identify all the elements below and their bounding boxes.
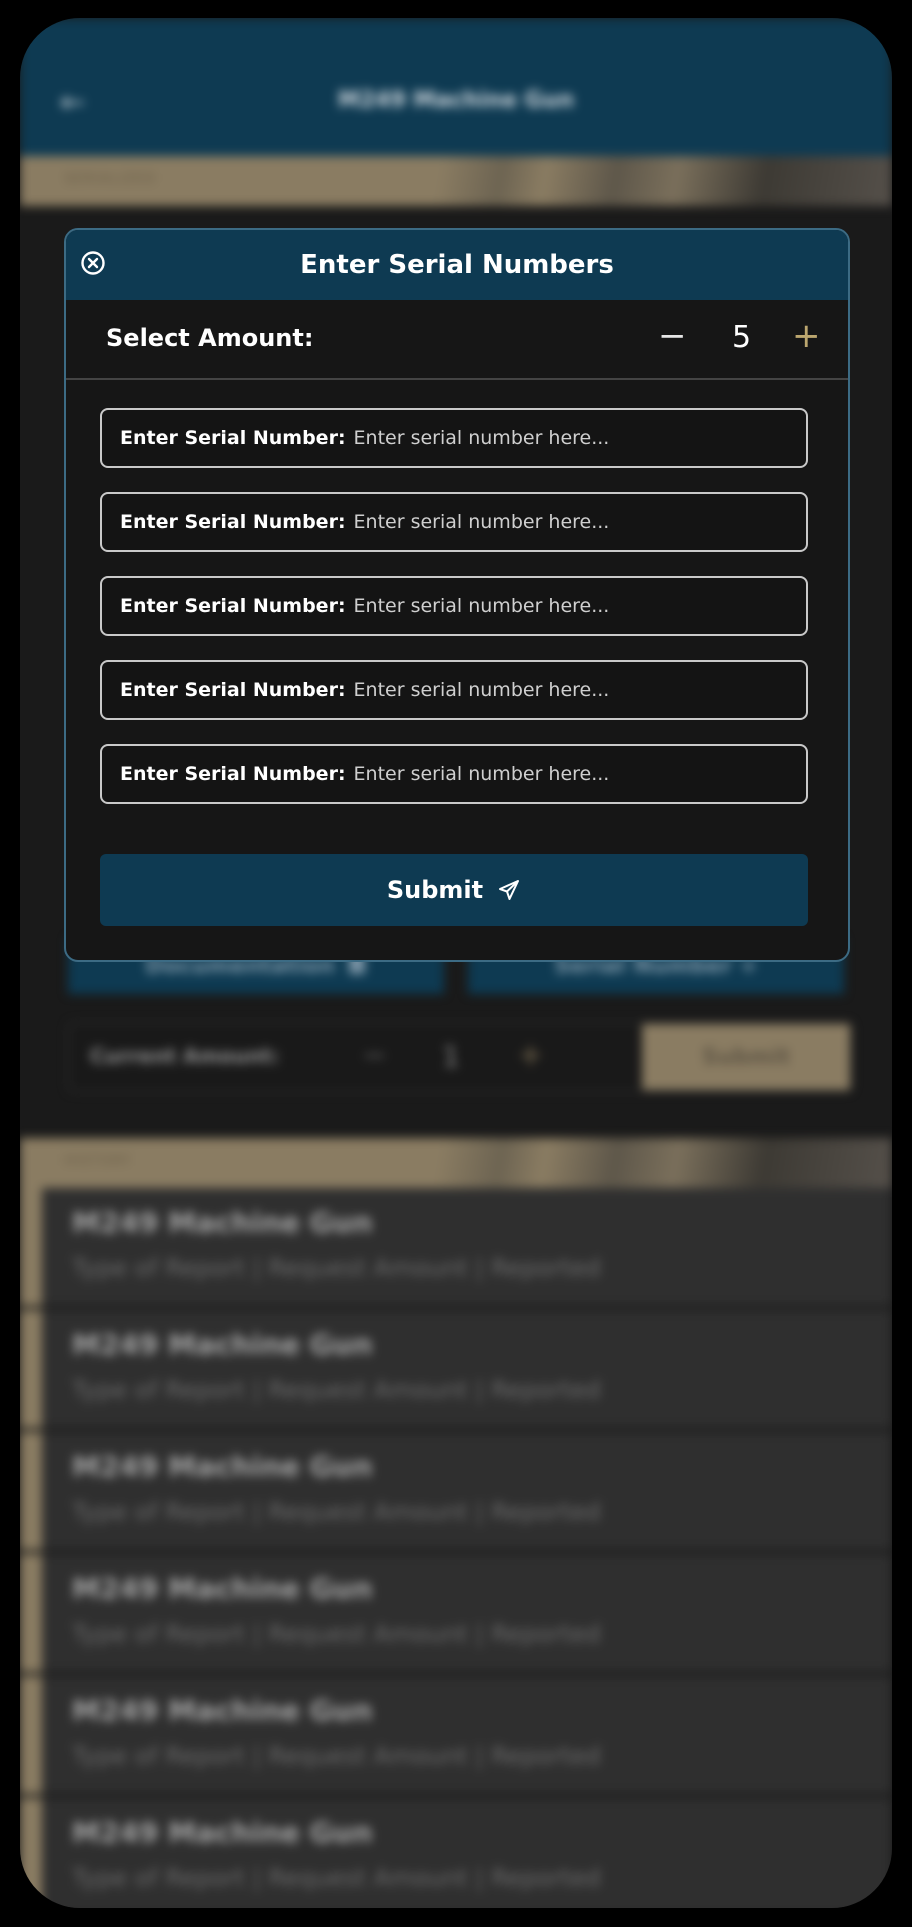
history-list: M249 Machine Gun Type of Report | Reques… — [20, 1188, 892, 1908]
select-amount-row: Select Amount: − 5 + — [66, 300, 848, 380]
device-frame: ← M249 Machine Gun SERIALIZED Documentat… — [0, 0, 912, 1927]
history-item-subtitle: Type of Report | Request Amount | Report… — [72, 1376, 601, 1404]
top-app-bar: ← M249 Machine Gun — [20, 18, 892, 158]
serial-number-field[interactable]: Enter Serial Number: — [100, 492, 808, 552]
serial-number-field-label: Enter Serial Number: — [120, 427, 346, 449]
history-item[interactable]: M249 Machine Gun Type of Report | Reques… — [20, 1310, 892, 1428]
history-item[interactable]: M249 Machine Gun Type of Report | Reques… — [20, 1554, 892, 1672]
current-amount-row: Current Amount: − 1 + Submit — [68, 1022, 852, 1092]
history-item-subtitle: Type of Report | Request Amount | Report… — [72, 1498, 601, 1526]
stepper-value: 5 — [732, 320, 752, 355]
section-header-serialized: SERIALIZED — [20, 156, 892, 206]
app-screen: ← M249 Machine Gun SERIALIZED Documentat… — [20, 18, 892, 1908]
serial-number-input[interactable] — [351, 594, 806, 618]
amount-value: 1 — [442, 1040, 460, 1073]
serial-number-input[interactable] — [351, 678, 806, 702]
section-header-history: HISTORY — [20, 1138, 892, 1188]
history-item-title: M249 Machine Gun — [72, 1694, 373, 1727]
select-amount-label: Select Amount: — [106, 324, 314, 352]
section-label: SERIALIZED — [64, 171, 157, 187]
send-icon — [497, 878, 521, 902]
amount-decrement-button[interactable]: − — [362, 1038, 387, 1073]
serial-number-field-label: Enter Serial Number: — [120, 595, 346, 617]
page-title: M249 Machine Gun — [337, 88, 575, 113]
serial-number-field-label: Enter Serial Number: — [120, 679, 346, 701]
serial-number-field[interactable]: Enter Serial Number: — [100, 660, 808, 720]
modal-title: Enter Serial Numbers — [300, 250, 614, 280]
history-item-title: M249 Machine Gun — [72, 1206, 373, 1239]
serial-number-field-label: Enter Serial Number: — [120, 763, 346, 785]
history-item[interactable]: M249 Machine Gun Type of Report | Reques… — [20, 1432, 892, 1550]
history-item-subtitle: Type of Report | Request Amount | Report… — [72, 1742, 601, 1770]
history-item-title: M249 Machine Gun — [72, 1816, 373, 1849]
history-item-title: M249 Machine Gun — [72, 1572, 373, 1605]
modal-header: Enter Serial Numbers — [66, 230, 848, 300]
amount-submit-button[interactable]: Submit — [642, 1024, 850, 1090]
serial-number-field[interactable]: Enter Serial Number: — [100, 744, 808, 804]
history-item-subtitle: Type of Report | Request Amount | Report… — [72, 1254, 601, 1282]
history-item-title: M249 Machine Gun — [72, 1328, 373, 1361]
history-item[interactable]: M249 Machine Gun Type of Report | Reques… — [20, 1188, 892, 1306]
serial-number-field[interactable]: Enter Serial Number: — [100, 408, 808, 468]
history-item-subtitle: Type of Report | Request Amount | Report… — [72, 1864, 601, 1892]
history-item[interactable]: M249 Machine Gun Type of Report | Reques… — [20, 1676, 892, 1794]
history-item[interactable]: M249 Machine Gun Type of Report | Reques… — [20, 1798, 892, 1908]
serial-number-input[interactable] — [351, 762, 806, 786]
serial-number-input[interactable] — [351, 426, 806, 450]
stepper-increment-button[interactable]: + — [792, 316, 821, 356]
section-label: HISTORY — [64, 1153, 132, 1169]
serial-numbers-modal: Enter Serial Numbers Select Amount: − 5 … — [64, 228, 850, 962]
submit-button[interactable]: Submit — [100, 854, 808, 926]
current-amount-label: Current Amount: — [90, 1044, 280, 1068]
amount-increment-button[interactable]: + — [518, 1038, 543, 1073]
history-item-subtitle: Type of Report | Request Amount | Report… — [72, 1620, 601, 1648]
submit-label: Submit — [386, 876, 484, 904]
serial-number-field[interactable]: Enter Serial Number: — [100, 576, 808, 636]
serial-number-input[interactable] — [351, 510, 806, 534]
stepper-decrement-button[interactable]: − — [658, 316, 687, 356]
serial-number-field-label: Enter Serial Number: — [120, 511, 346, 533]
history-item-title: M249 Machine Gun — [72, 1450, 373, 1483]
